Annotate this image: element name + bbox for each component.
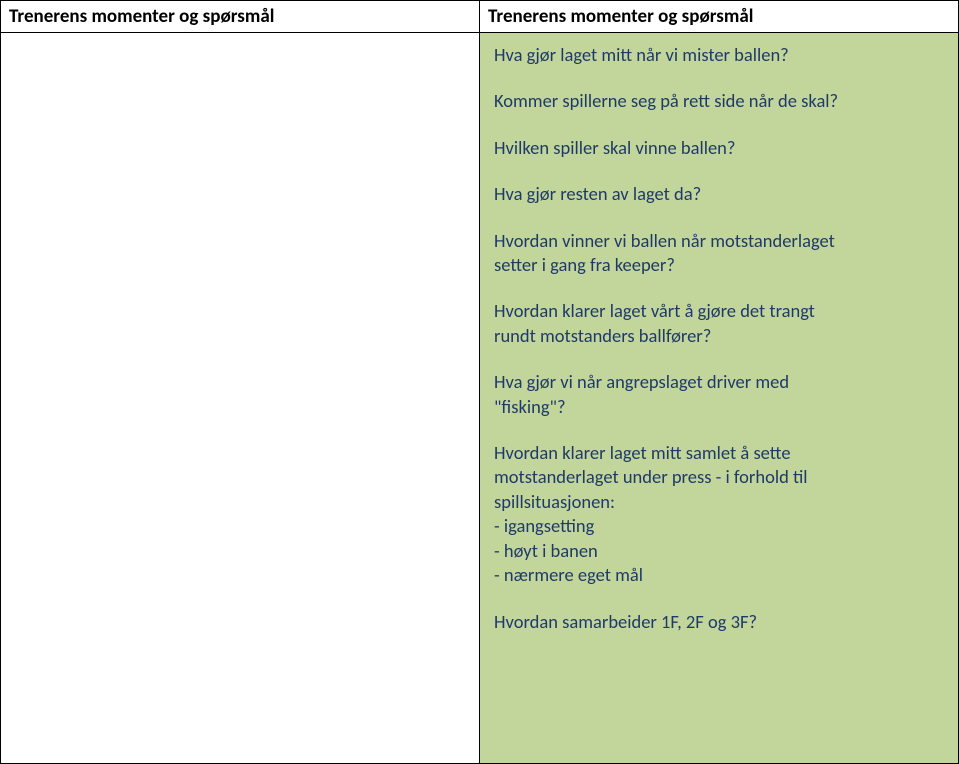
header-row: Trenerens momenter og spørsmål Trenerens… [1, 1, 959, 33]
question-text: setter i gang fra keeper? [494, 253, 675, 276]
left-cell [1, 33, 480, 764]
question-text: "fisking"? [494, 395, 566, 418]
question-bullet: - nærmere eget mål [494, 563, 643, 586]
content-table: Trenerens momenter og spørsmål Trenerens… [0, 0, 959, 764]
question-text: spillsituasjonen: [494, 490, 615, 513]
question-text: Hvordan klarer laget mitt samlet å sette [494, 441, 791, 464]
document-page: Trenerens momenter og spørsmål Trenerens… [0, 0, 959, 764]
question-bullet: - høyt i banen [494, 539, 598, 562]
question-text: Kommer spillerne seg på rett side når de… [494, 89, 838, 112]
right-cell: Hva gjør laget mitt når vi mister ballen… [480, 33, 959, 764]
question-text: Hvordan vinner vi ballen når motstanderl… [494, 229, 835, 252]
question-text: Hvordan samarbeider 1F, 2F og 3F? [494, 610, 757, 633]
question-block: Hva gjør vi når angrepslaget driver med … [494, 370, 944, 419]
question-block: Hva gjør resten av laget da? [494, 182, 944, 206]
question-block: Kommer spillerne seg på rett side når de… [494, 89, 944, 113]
question-block: Hva gjør laget mitt når vi mister ballen… [494, 43, 944, 67]
question-text: Hvilken spiller skal vinne ballen? [494, 136, 735, 159]
question-text: rundt motstanders ballfører? [494, 324, 711, 347]
question-block: Hvordan klarer laget mitt samlet å sette… [494, 441, 944, 587]
body-row: Hva gjør laget mitt når vi mister ballen… [1, 33, 959, 764]
question-block: Hvordan samarbeider 1F, 2F og 3F? [494, 610, 944, 634]
question-text: Hva gjør vi når angrepslaget driver med [494, 370, 789, 393]
question-block: Hvilken spiller skal vinne ballen? [494, 136, 944, 160]
question-block: Hvordan klarer laget vårt å gjøre det tr… [494, 299, 944, 348]
question-bullet: - igangsetting [494, 514, 594, 537]
question-text: motstanderlaget under press - i forhold … [494, 465, 808, 488]
question-text: Hva gjør laget mitt når vi mister ballen… [494, 43, 789, 66]
header-left: Trenerens momenter og spørsmål [1, 1, 480, 33]
question-text: Hvordan klarer laget vårt å gjøre det tr… [494, 299, 815, 322]
question-block: Hvordan vinner vi ballen når motstanderl… [494, 229, 944, 278]
question-text: Hva gjør resten av laget da? [494, 182, 701, 205]
header-right: Trenerens momenter og spørsmål [480, 1, 959, 33]
